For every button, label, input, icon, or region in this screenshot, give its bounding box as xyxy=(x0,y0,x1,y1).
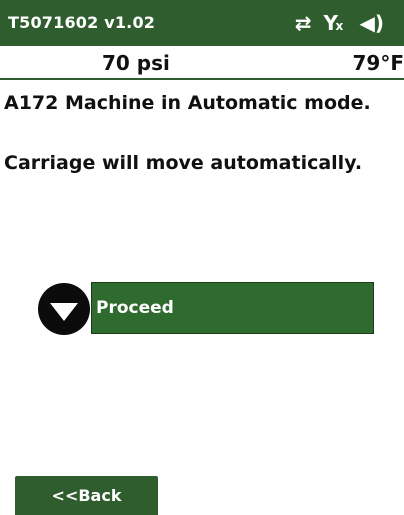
sync-arrows-icon: ⇄ xyxy=(294,11,312,35)
back-button[interactable]: <<Back xyxy=(15,476,158,515)
temperature-readout: 79°F xyxy=(352,51,404,75)
speaker-icon: ◀) xyxy=(359,11,384,35)
carriage-message: Carriage will move automatically. xyxy=(4,152,363,174)
down-arrow-icon[interactable] xyxy=(38,283,90,335)
title-bar: T5071602 v1.02 ⇄ Yx ◀) xyxy=(0,0,404,46)
status-readout-bar: 70 psi 79°F xyxy=(0,46,404,80)
device-screen: T5071602 v1.02 ⇄ Yx ◀) 70 psi 79°F A172 … xyxy=(0,0,404,515)
app-title: T5071602 v1.02 xyxy=(8,13,156,32)
down-arrow-glyph xyxy=(50,303,78,321)
mode-message: A172 Machine in Automatic mode. xyxy=(4,92,371,114)
no-signal-icon: Yx xyxy=(323,11,344,35)
status-icons: ⇄ Yx ◀) xyxy=(295,8,384,38)
proceed-button[interactable]: Proceed xyxy=(91,282,374,334)
pressure-readout: 70 psi xyxy=(102,51,170,75)
